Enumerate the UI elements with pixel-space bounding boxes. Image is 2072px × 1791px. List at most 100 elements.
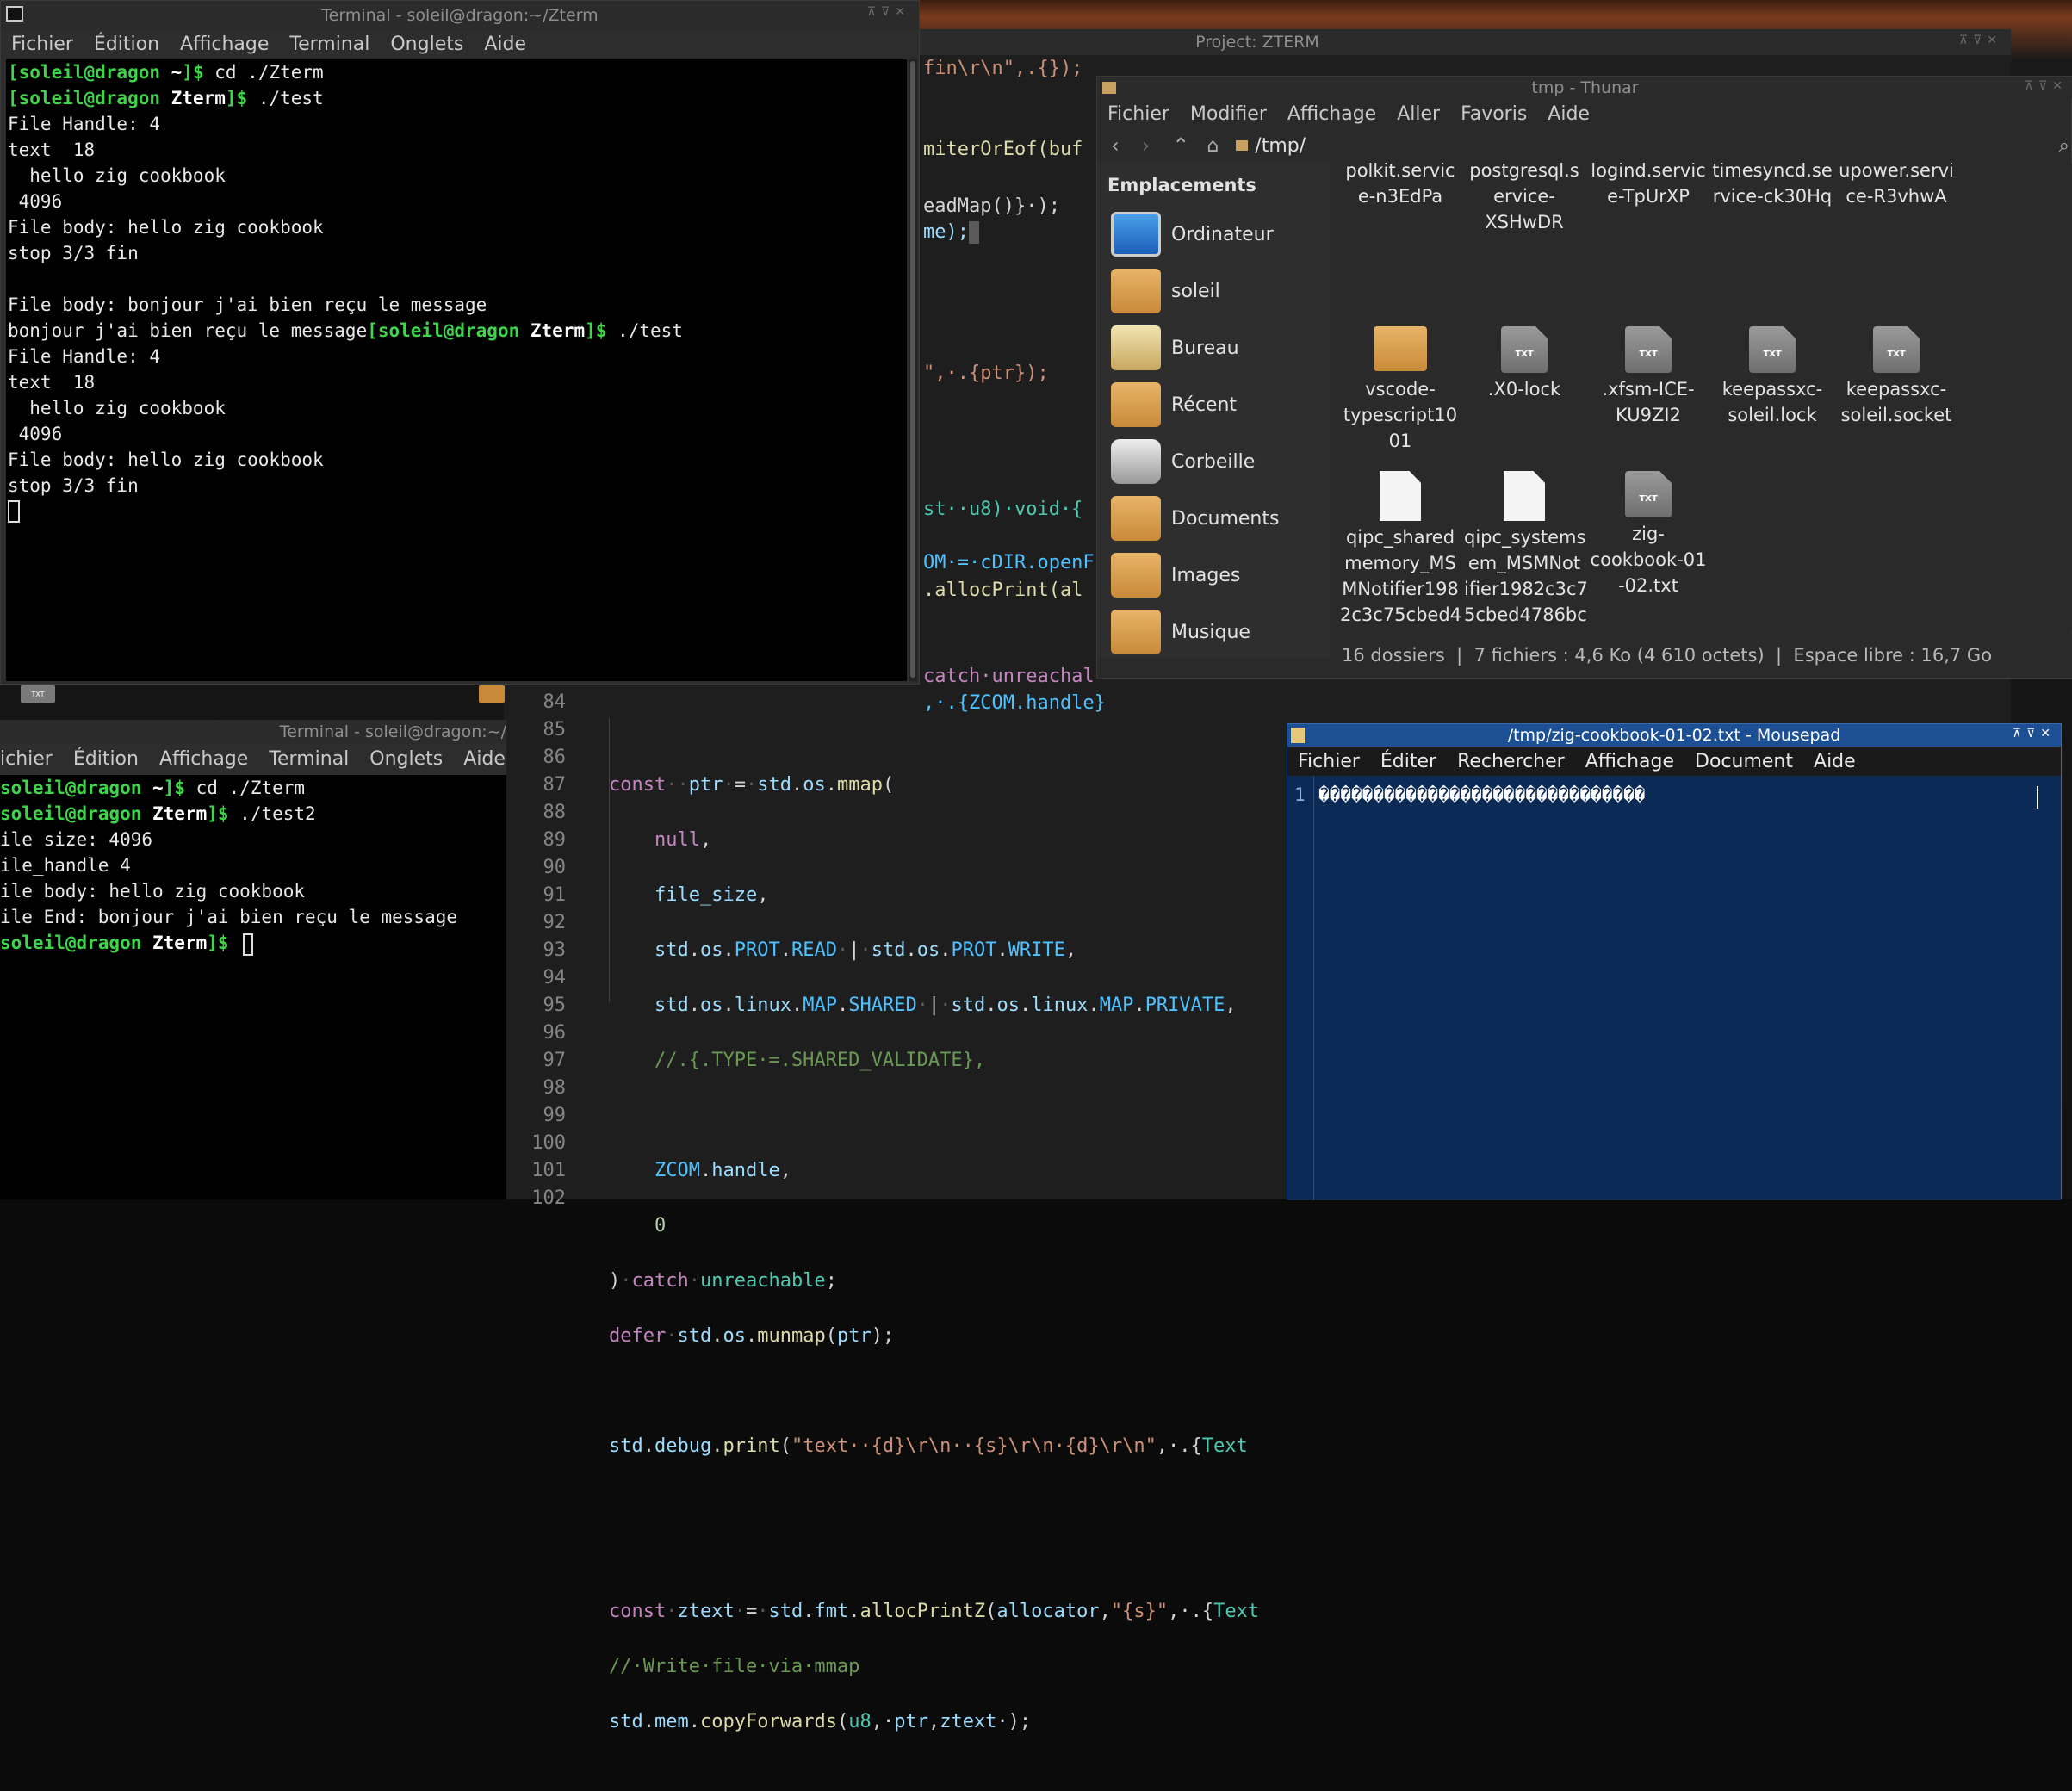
menu-affichage[interactable]: Affichage <box>170 34 279 55</box>
line-number: 85 <box>543 719 567 741</box>
code-line: //·Write·file·via·mmap <box>609 1656 860 1677</box>
line-number: 102 <box>531 1187 566 1209</box>
window-controls[interactable]: ⊼⊽✕ <box>1959 34 2002 47</box>
menu-aide[interactable]: Aide <box>1537 103 1600 125</box>
menu-terminal[interactable]: Terminal <box>258 748 359 770</box>
menu-fichier[interactable]: Fichier <box>1287 751 1370 772</box>
menu-fichier[interactable]: ichier <box>0 748 63 770</box>
terminal-line: soleil@dragon Zterm]$ <box>0 933 229 953</box>
line-number: 95 <box>543 995 567 1016</box>
menu-fichier[interactable]: Fichier <box>1 34 84 55</box>
documents-folder-icon <box>1111 496 1161 541</box>
file-icon <box>1504 471 1545 521</box>
thunar-titlebar[interactable]: tmp - Thunar ⊼⊽✕ <box>1097 77 2072 99</box>
line-number: 86 <box>543 747 567 768</box>
sidebar-item-ordinateur[interactable]: Ordinateur <box>1097 206 1330 263</box>
file-item[interactable]: TXT keepassxc- soleil.socket <box>1836 326 1957 428</box>
menu-modifier[interactable]: Modifier <box>1180 103 1277 125</box>
text-cursor <box>2037 786 2038 809</box>
file-item[interactable]: qipc_systems em_MSMNot ifier1982c3c7 5cb… <box>1464 471 1588 632</box>
code-line: defer·std.os.munmap(ptr); <box>609 1325 895 1347</box>
txt-file-icon: TXT <box>1501 326 1548 373</box>
terminal-line: File body: bonjour j'ai bien reçu le mes… <box>8 294 487 315</box>
back-icon[interactable]: ‹ <box>1111 133 1120 158</box>
sidebar-item-images[interactable]: Images <box>1097 547 1330 604</box>
txt-file-icon: TXT <box>1873 326 1920 373</box>
terminal-line: [soleil@dragon ~]$ cd ./Zterm <box>8 62 324 83</box>
sidebar-item-musique[interactable]: Musique <box>1097 604 1330 658</box>
mousepad-titlebar[interactable]: /tmp/zig-cookbook-01-02.txt - Mousepad ⊼… <box>1287 724 2061 747</box>
terminal2-output[interactable]: soleil@dragon ~]$ cd ./Zterm soleil@drago… <box>0 775 506 1199</box>
desktop-file-icon[interactable]: TXT <box>21 685 55 703</box>
terminal2-titlebar[interactable]: Terminal - soleil@dragon:~/ <box>0 720 506 744</box>
code-line: const·ztext·=·std.fmt.allocPrintZ(alloca… <box>609 1601 1260 1622</box>
terminal-window-main: Terminal - soleil@dragon:~/Zterm ⊼⊽✕ Fic… <box>0 0 920 685</box>
thunar-menubar: Fichier Modifier Affichage Aller Favoris… <box>1097 99 2071 128</box>
menu-affichage[interactable]: Affichage <box>149 748 258 770</box>
menu-onglets[interactable]: Onglets <box>380 34 474 55</box>
file-item[interactable]: TXT .xfsm-ICE- KU9ZI2 <box>1588 326 1709 428</box>
mousepad-title: /tmp/zig-cookbook-01-02.txt - Mousepad <box>1507 726 1841 745</box>
terminal-titlebar[interactable]: Terminal - soleil@dragon:~/Zterm ⊼⊽✕ <box>1 1 919 30</box>
menu-affichage[interactable]: Affichage <box>1277 103 1387 125</box>
menu-fichier[interactable]: Fichier <box>1097 103 1180 125</box>
forward-icon[interactable]: › <box>1142 133 1151 158</box>
code-fragment: OM·=·cDIR.openF <box>923 552 1095 573</box>
computer-icon <box>1111 212 1161 257</box>
menu-edition[interactable]: Édition <box>84 34 170 55</box>
file-item[interactable]: postgresql.s ervice- XSHwDR <box>1464 163 1585 235</box>
desktop-folder-icon[interactable] <box>479 685 505 703</box>
window-controls[interactable]: ⊼⊽✕ <box>2013 727 2056 741</box>
file-item[interactable]: vscode- typescript10 01 <box>1340 326 1461 454</box>
sidebar-item-recent[interactable]: Récent <box>1097 376 1330 433</box>
code-fragment: eadMap()}·); <box>923 195 1060 217</box>
txt-file-icon: TXT <box>1749 326 1796 373</box>
sidebar-item-corbeille[interactable]: Corbeille <box>1097 433 1330 490</box>
menu-affichage[interactable]: Affichage <box>1575 751 1684 772</box>
home-icon[interactable]: ⌂ <box>1207 135 1219 157</box>
file-item[interactable]: logind.servic e-TpUrXP <box>1588 163 1709 209</box>
line-number: 96 <box>543 1022 567 1044</box>
menu-editer[interactable]: Éditer <box>1370 751 1447 772</box>
menu-aide[interactable]: Aide <box>453 748 506 770</box>
menu-edition[interactable]: Édition <box>63 748 149 770</box>
sidebar-item-soleil[interactable]: soleil <box>1097 263 1330 319</box>
code-fragment: me); <box>923 219 979 246</box>
file-item[interactable]: TXT .X0-lock <box>1464 326 1585 402</box>
terminal-output[interactable]: [soleil@dragon ~]$ cd ./Zterm [soleil@dra… <box>6 59 907 681</box>
code-line: std.debug.print("text··{d}\r\n··{s}\r\n·… <box>609 1435 1248 1457</box>
file-item[interactable]: qipc_shared memory_MS MNotifier198 2c3c7… <box>1340 471 1465 632</box>
menu-document[interactable]: Document <box>1684 751 1803 772</box>
terminal-line: File Handle: 4 <box>8 114 161 134</box>
file-item[interactable]: TXT keepassxc- soleil.lock <box>1712 326 1833 428</box>
terminal-scrollbar[interactable] <box>909 59 917 681</box>
mousepad-editor[interactable]: 1 ������������������������������ <box>1287 776 2061 1200</box>
file-item[interactable]: timesyncd.se rvice-ck30Hq <box>1712 163 1833 209</box>
code-fragment: .allocPrint(al <box>923 579 1083 601</box>
location-path[interactable]: /tmp/ <box>1255 135 1306 157</box>
file-item[interactable]: upower.servi ce-R3vhwA <box>1836 163 1957 209</box>
code-fragment: ",·.{ptr}); <box>923 363 1049 384</box>
file-item[interactable]: polkit.servic e-n3EdPa <box>1340 163 1461 209</box>
menu-onglets[interactable]: Onglets <box>359 748 453 770</box>
up-icon[interactable]: ⌃ <box>1172 133 1189 158</box>
code-line: std.mem.copyForwards(u8,·ptr,ztext·); <box>609 1711 1032 1732</box>
file-icon <box>1380 471 1421 521</box>
terminal-line: File body: hello zig cookbook <box>8 217 324 238</box>
search-icon[interactable]: ⌕ <box>2059 135 2069 157</box>
sidebar-item-bureau[interactable]: Bureau <box>1097 319 1330 376</box>
sidebar-item-documents[interactable]: Documents <box>1097 490 1330 547</box>
file-item[interactable]: TXT zig- cookbook-01 -02.txt <box>1588 471 1709 598</box>
window-controls[interactable]: ⊼⊽✕ <box>867 5 910 19</box>
window-controls[interactable]: ⊼⊽✕ <box>2025 79 2068 93</box>
menu-aller[interactable]: Aller <box>1387 103 1450 125</box>
menu-aide[interactable]: Aide <box>474 34 537 55</box>
menu-aide[interactable]: Aide <box>1803 751 1866 772</box>
menu-terminal[interactable]: Terminal <box>279 34 380 55</box>
menu-rechercher[interactable]: Rechercher <box>1447 751 1575 772</box>
images-folder-icon <box>1111 553 1161 598</box>
menu-favoris[interactable]: Favoris <box>1450 103 1537 125</box>
